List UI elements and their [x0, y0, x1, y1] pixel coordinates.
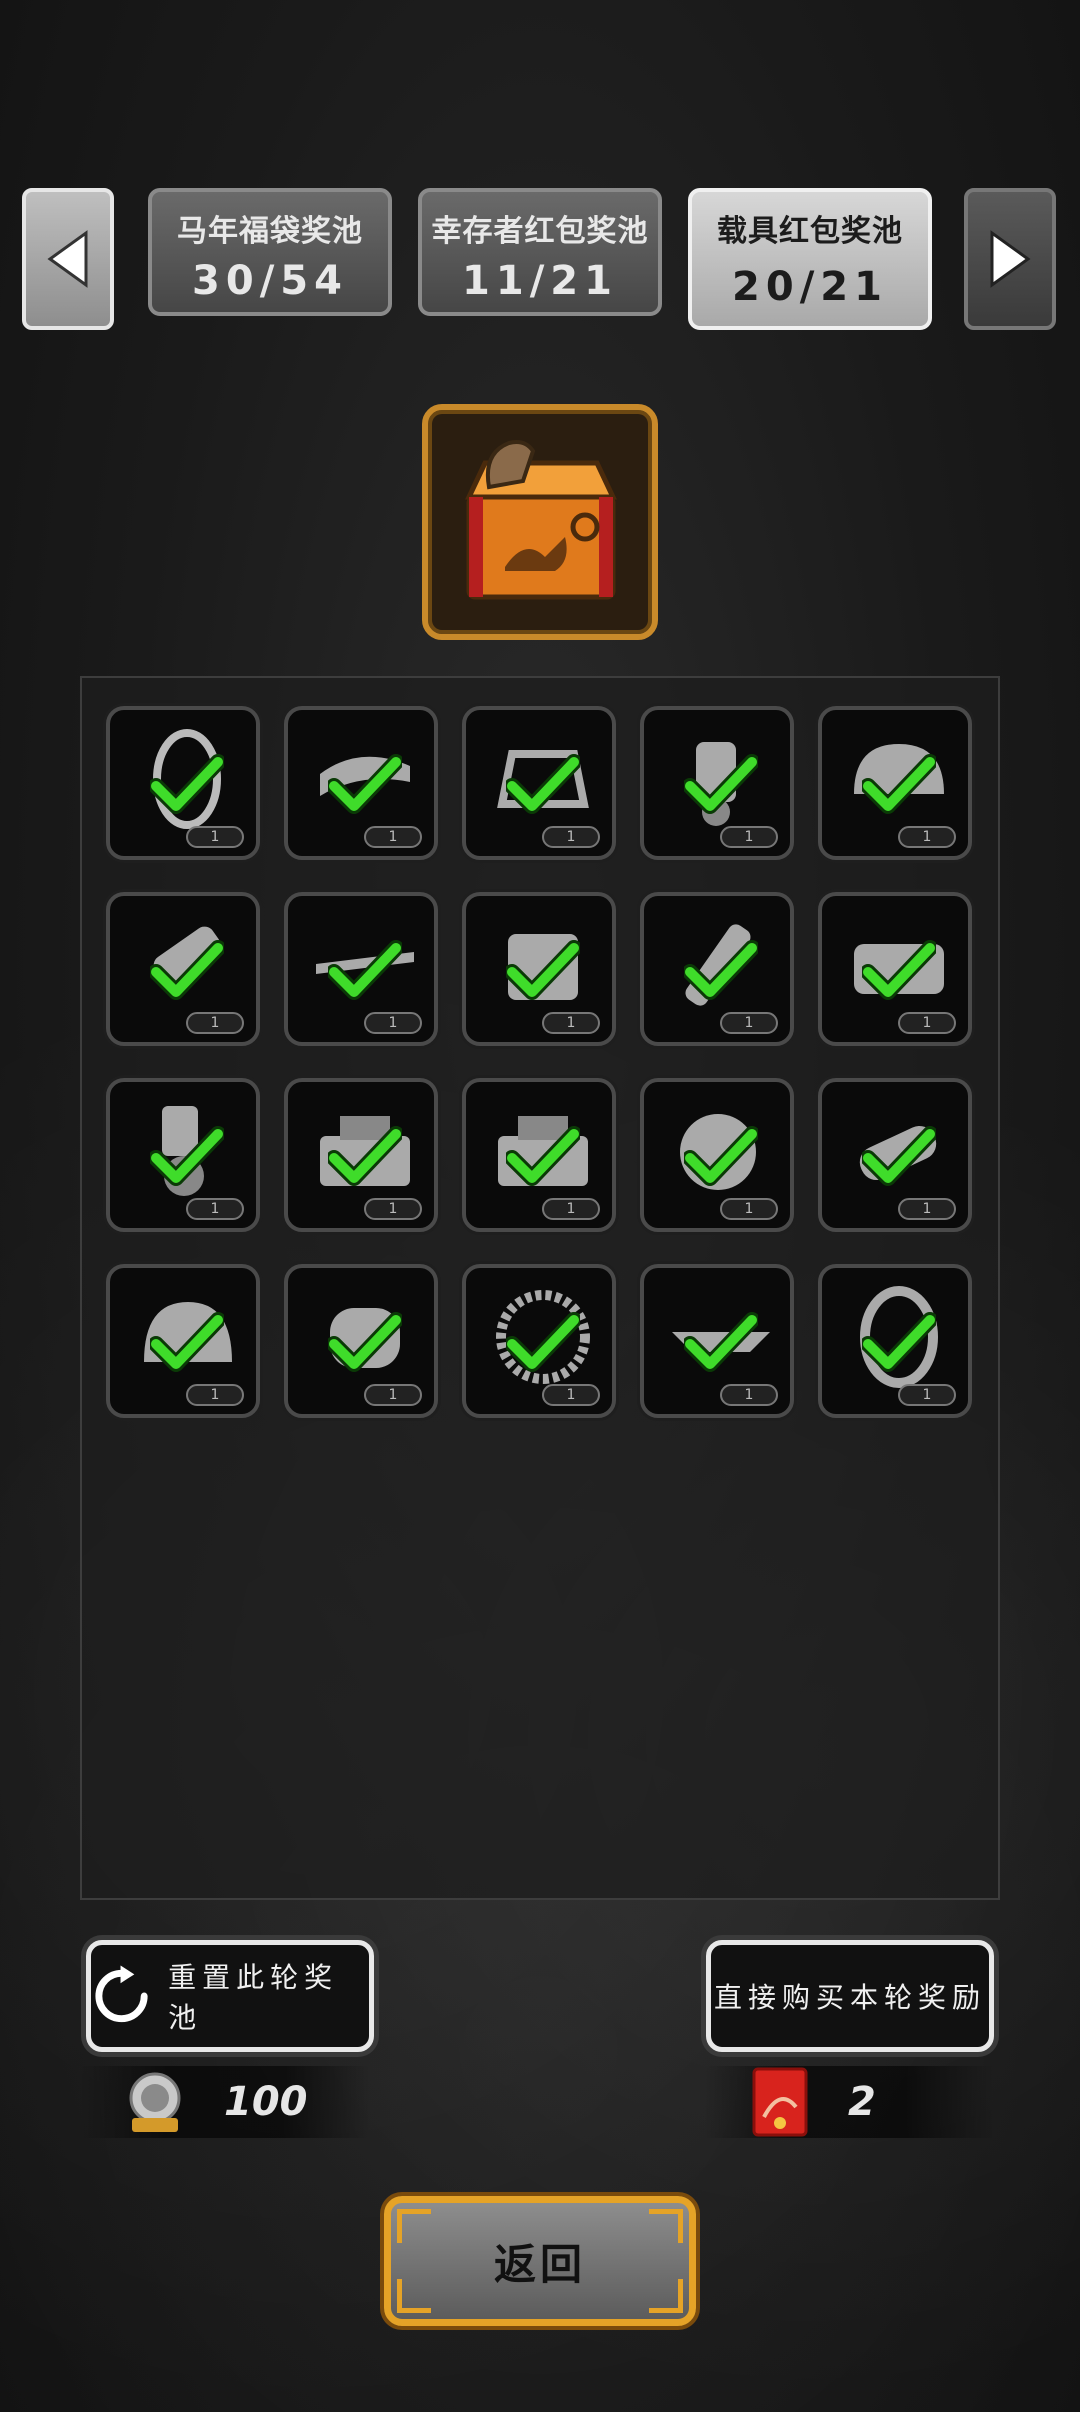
item-quantity-badge: 1: [720, 1198, 778, 1220]
tab-title: 载具红包奖池: [717, 214, 903, 249]
corner-ornament: [397, 2209, 431, 2243]
back-button[interactable]: 返回: [384, 2196, 696, 2326]
reward-item-slot[interactable]: 1: [462, 892, 616, 1046]
item-quantity-badge: 1: [720, 1384, 778, 1406]
reward-item-slot[interactable]: 1: [818, 1264, 972, 1418]
envelope-count: 2: [848, 2079, 876, 2125]
item-quantity-badge: 1: [542, 1012, 600, 1034]
checkmark-icon: [506, 940, 580, 1000]
checkmark-icon: [328, 940, 402, 1000]
reward-item-slot[interactable]: 1: [640, 1264, 794, 1418]
reward-item-slot[interactable]: 1: [284, 706, 438, 860]
item-quantity-badge: 1: [186, 1384, 244, 1406]
item-quantity-badge: 1: [364, 1198, 422, 1220]
tab-survivor-pool[interactable]: 幸存者红包奖池 11/21: [418, 188, 662, 316]
reward-item-slot[interactable]: 1: [818, 892, 972, 1046]
luck-value-display: 100: [80, 2066, 370, 2138]
envelope-count-display: 2: [704, 2066, 994, 2138]
reward-item-slot[interactable]: 1: [284, 1264, 438, 1418]
item-quantity-badge: 1: [186, 1198, 244, 1220]
corner-ornament: [397, 2279, 431, 2313]
checkmark-icon: [150, 1126, 224, 1186]
tab-title: 马年福袋奖池: [177, 214, 363, 249]
checkmark-icon: [506, 754, 580, 814]
luck-value: 100: [224, 2079, 308, 2125]
item-quantity-badge: 1: [186, 826, 244, 848]
item-quantity-badge: 1: [364, 1012, 422, 1034]
reward-item-slot[interactable]: 1: [106, 706, 260, 860]
item-quantity-badge: 1: [898, 826, 956, 848]
reward-item-slot[interactable]: 1: [640, 1078, 794, 1232]
item-quantity-badge: 1: [720, 826, 778, 848]
tab-count: 20/21: [732, 264, 888, 310]
item-quantity-badge: 1: [542, 1198, 600, 1220]
checkmark-icon: [684, 1312, 758, 1372]
tab-count: 11/21: [462, 258, 618, 304]
reward-item-slot[interactable]: 1: [462, 1264, 616, 1418]
tab-horse-year-pool[interactable]: 马年福袋奖池 30/54: [148, 188, 392, 316]
item-quantity-badge: 1: [898, 1198, 956, 1220]
reset-pool-button[interactable]: 重置此轮奖池: [86, 1940, 374, 2052]
checkmark-icon: [862, 1312, 936, 1372]
reward-item-slot[interactable]: 1: [284, 892, 438, 1046]
checkmark-icon: [150, 940, 224, 1000]
checkmark-icon: [862, 940, 936, 1000]
checkmark-icon: [328, 1126, 402, 1186]
item-quantity-badge: 1: [542, 1384, 600, 1406]
reward-item-slot[interactable]: 1: [106, 892, 260, 1046]
buy-round-reward-button[interactable]: 直接购买本轮奖励: [706, 1940, 994, 2052]
reset-pool-label: 重置此轮奖池: [168, 1961, 339, 2034]
item-quantity-badge: 1: [898, 1012, 956, 1034]
reward-item-slot[interactable]: 1: [106, 1264, 260, 1418]
checkmark-icon: [862, 1126, 936, 1186]
tab-count: 30/54: [192, 258, 348, 304]
checkmark-icon: [684, 940, 758, 1000]
reward-item-slot[interactable]: 1: [640, 892, 794, 1046]
reward-chest: [422, 404, 658, 640]
checkmark-icon: [328, 1312, 402, 1372]
reward-item-slot[interactable]: 1: [818, 1078, 972, 1232]
arrow-left-icon: [47, 230, 88, 288]
arrow-right-icon: [990, 230, 1031, 288]
item-quantity-badge: 1: [186, 1012, 244, 1034]
prev-tab-button[interactable]: [22, 188, 114, 330]
buy-round-reward-label: 直接购买本轮奖励: [713, 1981, 986, 2014]
checkmark-icon: [506, 1312, 580, 1372]
item-quantity-badge: 1: [898, 1384, 956, 1406]
checkmark-icon: [684, 1126, 758, 1186]
checkmark-icon: [862, 754, 936, 814]
refresh-icon: [95, 1965, 148, 2023]
item-quantity-badge: 1: [364, 826, 422, 848]
reward-item-slot[interactable]: 1: [640, 706, 794, 860]
checkmark-icon: [150, 1312, 224, 1372]
reward-item-slot[interactable]: 1: [462, 706, 616, 860]
checkmark-icon: [150, 754, 224, 814]
next-tab-button[interactable]: [964, 188, 1056, 330]
red-envelope-icon: [752, 2067, 808, 2137]
tab-vehicle-pool[interactable]: 载具红包奖池 20/21: [688, 188, 932, 330]
corner-ornament: [649, 2209, 683, 2243]
back-label: 返回: [493, 2239, 586, 2289]
checkmark-icon: [506, 1126, 580, 1186]
item-quantity-badge: 1: [542, 826, 600, 848]
tab-title: 幸存者红包奖池: [431, 214, 649, 249]
reward-item-slot[interactable]: 1: [818, 706, 972, 860]
luck-coin-icon: [129, 2072, 181, 2132]
item-quantity-badge: 1: [364, 1384, 422, 1406]
reward-item-slot[interactable]: 1: [462, 1078, 616, 1232]
reward-item-slot[interactable]: 1: [284, 1078, 438, 1232]
horse-treasure-chest-icon: [465, 440, 617, 600]
corner-ornament: [649, 2279, 683, 2313]
checkmark-icon: [684, 754, 758, 814]
checkmark-icon: [328, 754, 402, 814]
reward-item-slot[interactable]: 1: [106, 1078, 260, 1232]
item-quantity-badge: 1: [720, 1012, 778, 1034]
